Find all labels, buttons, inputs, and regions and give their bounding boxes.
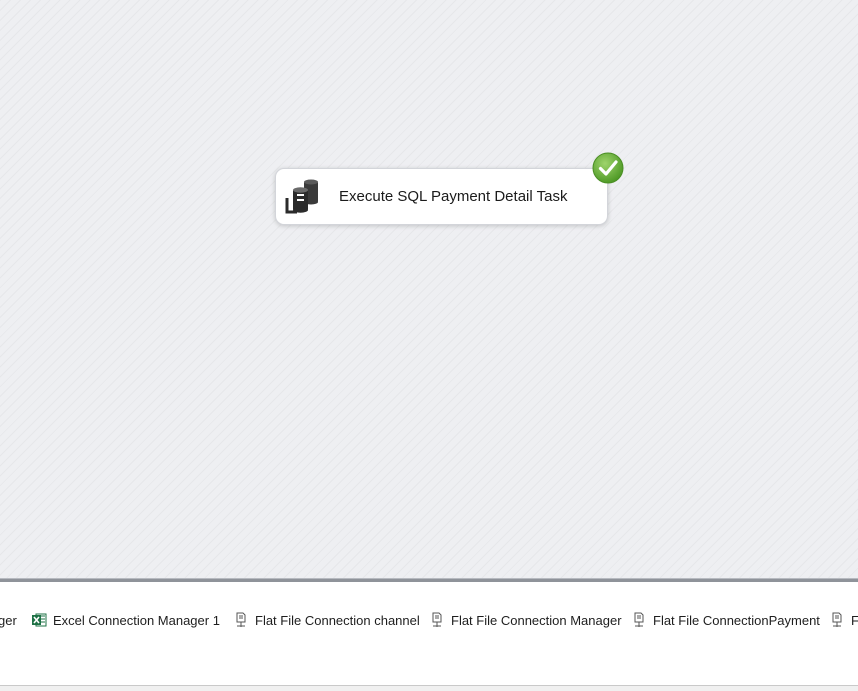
flat-file-icon: [236, 612, 246, 627]
execute-sql-task-icon: [285, 179, 318, 214]
execute-sql-task-box[interactable]: Execute SQL Payment Detail Task: [275, 168, 608, 225]
connection-manager-item-flat-file[interactable]: Fl: [829, 611, 858, 629]
connection-manager-label: Flat File Connection channel: [255, 612, 420, 628]
flat-file-icon: [634, 612, 644, 627]
connection-manager-item-flat-file[interactable]: Flat File Connection channel: [233, 611, 420, 629]
connection-manager-label: ger: [0, 612, 17, 628]
connection-managers-tray: ger Excel Connection Manager 1 Flat File…: [0, 582, 858, 685]
connection-manager-label: Fl: [851, 612, 858, 628]
connection-manager-label: Flat File Connection Manager: [451, 612, 622, 628]
success-check-icon: [592, 152, 624, 184]
flat-file-icon: [432, 612, 442, 627]
connection-manager-item-excel[interactable]: Excel Connection Manager 1: [31, 611, 220, 629]
connection-manager-label: Excel Connection Manager 1: [53, 612, 220, 628]
connection-manager-label: Flat File ConnectionPayment: [653, 612, 820, 628]
excel-icon: [32, 613, 47, 627]
task-label: Execute SQL Payment Detail Task: [339, 188, 568, 205]
connection-manager-item[interactable]: ger: [0, 611, 17, 629]
connection-manager-item-flat-file[interactable]: Flat File Connection Manager: [429, 611, 622, 629]
connection-manager-item-flat-file[interactable]: Flat File ConnectionPayment: [631, 611, 820, 629]
tray-bottom-edge: [0, 685, 858, 691]
control-flow-design-surface[interactable]: Execute SQL Payment Detail Task: [0, 0, 858, 578]
flat-file-icon: [832, 612, 842, 627]
